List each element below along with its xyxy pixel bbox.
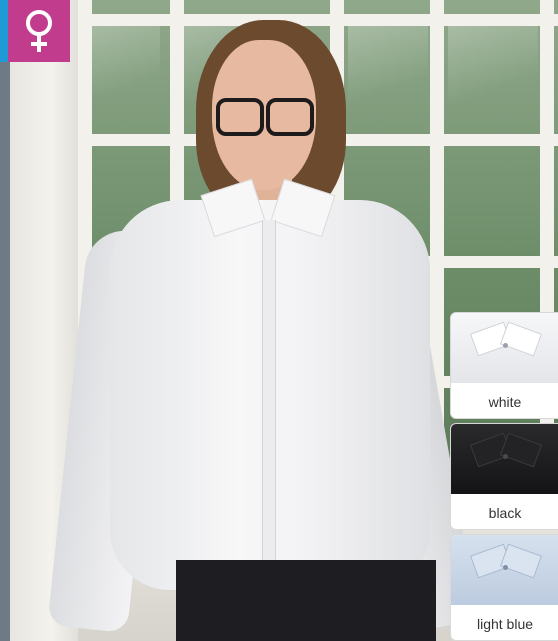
color-swatch-list: white black light blue bbox=[450, 312, 558, 641]
female-badge bbox=[8, 0, 70, 62]
swatch-thumbnail bbox=[451, 424, 558, 494]
shirt-placket bbox=[262, 220, 276, 580]
color-swatch-light-blue[interactable]: light blue bbox=[450, 534, 558, 641]
swatch-label: light blue bbox=[476, 615, 534, 632]
color-swatch-white[interactable]: white bbox=[450, 312, 558, 419]
swatch-thumbnail bbox=[451, 313, 558, 383]
eyeglasses-icon bbox=[266, 98, 314, 136]
female-symbol-icon bbox=[26, 10, 52, 52]
swatch-label: black bbox=[488, 504, 522, 521]
swatch-thumbnail bbox=[451, 535, 558, 605]
eyeglasses-icon bbox=[216, 98, 264, 136]
product-image-stage: white black light blue bbox=[0, 0, 558, 641]
color-swatch-black[interactable]: black bbox=[450, 423, 558, 530]
badge-accent-bar bbox=[0, 0, 8, 62]
model-skirt bbox=[176, 560, 436, 641]
swatch-label: white bbox=[488, 393, 522, 410]
